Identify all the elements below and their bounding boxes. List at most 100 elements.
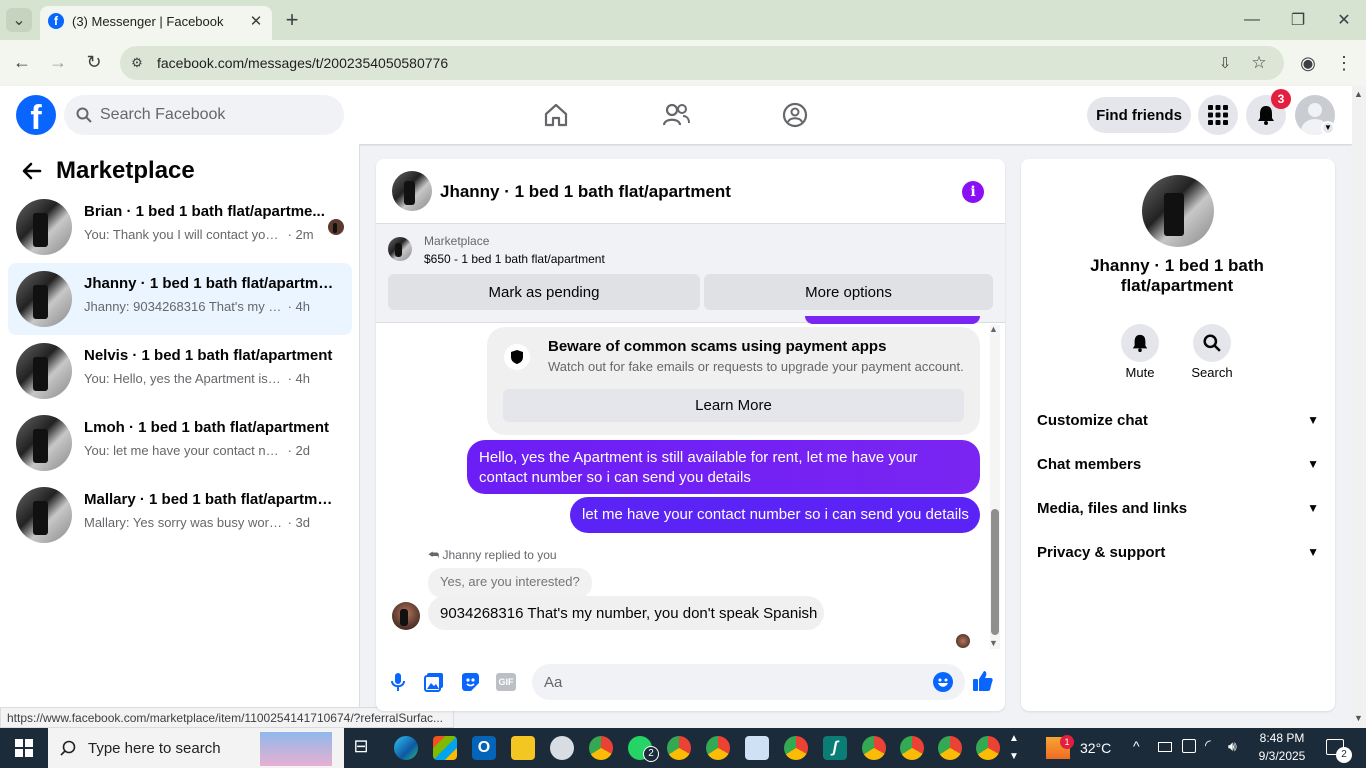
- privacy-support-section[interactable]: Privacy & support ▼: [1037, 532, 1319, 572]
- thumbs-up-icon[interactable]: [972, 670, 994, 692]
- bell-icon: [1258, 106, 1274, 125]
- seen-avatar: [328, 219, 344, 235]
- edge-icon[interactable]: [394, 736, 418, 760]
- search-icon: [76, 107, 92, 123]
- menu-button[interactable]: [1198, 95, 1238, 135]
- clock-time[interactable]: 8:48 PM: [1250, 731, 1314, 745]
- browser-menu-icon[interactable]: ⋮: [1332, 51, 1356, 75]
- account-chevron-icon[interactable]: ▼: [1321, 121, 1335, 135]
- conversation-preview: You: let me have your contact number... …: [84, 443, 311, 458]
- back-icon[interactable]: ←: [10, 50, 34, 74]
- conversation-item[interactable]: Lmoh · 1 bed 1 bath flat/apartment You: …: [8, 407, 352, 479]
- clock-date[interactable]: 9/3/2025: [1250, 749, 1314, 763]
- windows-start-icon[interactable]: [15, 739, 33, 757]
- outgoing-message[interactable]: Hello, yes the Apartment is still availa…: [467, 440, 980, 494]
- friends-icon[interactable]: [662, 102, 690, 128]
- photo-icon[interactable]: [424, 672, 444, 692]
- maximize-window-button[interactable]: ❐: [1286, 8, 1310, 32]
- chrome-profile-icon[interactable]: [784, 736, 808, 760]
- chrome-profile-icon[interactable]: [862, 736, 886, 760]
- listing-detail[interactable]: $650 - 1 bed 1 bath flat/apartment: [424, 252, 605, 266]
- learn-more-button[interactable]: Learn More: [503, 389, 964, 422]
- chrome-profile-icon[interactable]: [938, 736, 962, 760]
- sender-avatar[interactable]: [392, 602, 420, 630]
- scroll-down-icon[interactable]: ▼: [989, 638, 998, 648]
- chat-title[interactable]: Jhanny · 1 bed 1 bath flat/apartment: [440, 182, 731, 202]
- conversation-item[interactable]: Nelvis · 1 bed 1 bath flat/apartment You…: [8, 335, 352, 407]
- more-options-button[interactable]: More options: [704, 274, 993, 310]
- search-facebook-field[interactable]: Search Facebook: [64, 95, 344, 135]
- address-bar[interactable]: ⚙ facebook.com/messages/t/20023540505807…: [120, 46, 1284, 80]
- find-friends-button[interactable]: Find friends: [1087, 97, 1191, 133]
- battery-icon[interactable]: [1158, 742, 1172, 752]
- hidden-icons-chevron-icon[interactable]: ^: [1133, 738, 1140, 754]
- seen-receipt-avatar: [956, 634, 970, 648]
- bookmark-star-icon[interactable]: ☆: [1248, 52, 1270, 74]
- forward-icon[interactable]: →: [46, 50, 70, 74]
- facebook-favicon-icon: f: [48, 13, 64, 29]
- groups-icon[interactable]: [782, 102, 808, 128]
- incoming-message[interactable]: 9034268316 That's my number, you don't s…: [428, 596, 824, 630]
- chrome-profile-icon[interactable]: [900, 736, 924, 760]
- conversation-item-active[interactable]: Jhanny · 1 bed 1 bath flat/apartment Jha…: [8, 263, 352, 335]
- search-conversation-button[interactable]: [1193, 324, 1231, 362]
- volume-icon[interactable]: 🔊︎: [1228, 738, 1237, 755]
- outgoing-message[interactable]: let me have your contact number so i can…: [570, 497, 980, 533]
- conversation-item[interactable]: Brian · 1 bed 1 bath flat/apartme... You…: [8, 191, 352, 263]
- scroll-up-icon[interactable]: ▲: [989, 324, 998, 334]
- gif-icon[interactable]: GIF: [496, 673, 516, 691]
- chat-avatar[interactable]: [392, 171, 432, 211]
- reload-icon[interactable]: ↻: [82, 50, 106, 74]
- store-icon[interactable]: [433, 736, 457, 760]
- close-tab-icon[interactable]: ✕: [246, 11, 266, 31]
- minimize-window-button[interactable]: —: [1240, 8, 1264, 32]
- weather-temperature[interactable]: 32°C: [1080, 740, 1111, 756]
- chrome-profile-icon[interactable]: [976, 736, 1000, 760]
- conversation-item[interactable]: Mallary · 1 bed 1 bath flat/apartme... M…: [8, 479, 352, 551]
- taskbar-search-box[interactable]: Type here to search: [48, 728, 344, 768]
- back-arrow-icon[interactable]: [22, 161, 42, 181]
- page-scroll-down-icon[interactable]: ▼: [1354, 713, 1363, 723]
- details-avatar[interactable]: [1142, 175, 1214, 247]
- browser-tab[interactable]: f (3) Messenger | Facebook ✕: [40, 6, 272, 40]
- mute-button[interactable]: [1121, 324, 1159, 362]
- chat-info-icon[interactable]: i: [962, 181, 984, 203]
- message-input[interactable]: Aa: [532, 664, 965, 700]
- site-settings-icon[interactable]: ⚙: [128, 54, 146, 72]
- chrome-profile-icon[interactable]: [706, 736, 730, 760]
- device-icon[interactable]: [1182, 739, 1196, 753]
- facebook-logo[interactable]: f: [16, 95, 56, 135]
- search-icon: [60, 740, 76, 756]
- wifi-icon[interactable]: ◜: [1205, 736, 1211, 754]
- close-window-button[interactable]: ✕: [1332, 8, 1356, 32]
- document-app-icon[interactable]: [745, 736, 769, 760]
- page-scrollbar[interactable]: [1352, 86, 1366, 728]
- mark-as-pending-button[interactable]: Mark as pending: [388, 274, 700, 310]
- sticker-icon[interactable]: [460, 672, 480, 692]
- chrome-profile-icon[interactable]: [667, 736, 691, 760]
- home-icon[interactable]: [543, 102, 569, 128]
- script-app-icon[interactable]: ʃ: [823, 736, 847, 760]
- new-tab-button[interactable]: +: [280, 7, 304, 32]
- chrome-icon[interactable]: [589, 736, 613, 760]
- tab-list-button[interactable]: ⌄: [6, 8, 32, 32]
- task-view-icon[interactable]: ⊟: [349, 736, 373, 760]
- media-files-links-section[interactable]: Media, files and links ▼: [1037, 488, 1319, 528]
- profile-icon[interactable]: ◉: [1296, 51, 1320, 75]
- customize-chat-section[interactable]: Customize chat ▼: [1037, 400, 1319, 440]
- conversation-title: Mallary · 1 bed 1 bath flat/apartme...: [84, 491, 334, 508]
- taskbar-scroll-arrows[interactable]: ▲ ▼: [1009, 730, 1019, 766]
- app-icon[interactable]: [550, 736, 574, 760]
- microphone-icon[interactable]: [389, 672, 407, 692]
- chat-members-section[interactable]: Chat members ▼: [1037, 444, 1319, 484]
- page-scroll-up-icon[interactable]: ▲: [1354, 89, 1363, 99]
- details-name: Jhanny · 1 bed 1 bath flat/apartment: [1090, 256, 1264, 295]
- reply-quote[interactable]: Yes, are you interested?: [428, 568, 592, 598]
- chevron-down-icon: ▼: [1307, 413, 1319, 427]
- install-app-icon[interactable]: ⇩: [1214, 52, 1236, 74]
- emoji-icon[interactable]: [933, 672, 953, 692]
- file-explorer-icon[interactable]: [511, 736, 535, 760]
- outlook-icon[interactable]: O: [472, 736, 496, 760]
- chat-scrollbar-thumb[interactable]: [991, 509, 999, 635]
- listing-thumbnail-small[interactable]: [388, 237, 412, 261]
